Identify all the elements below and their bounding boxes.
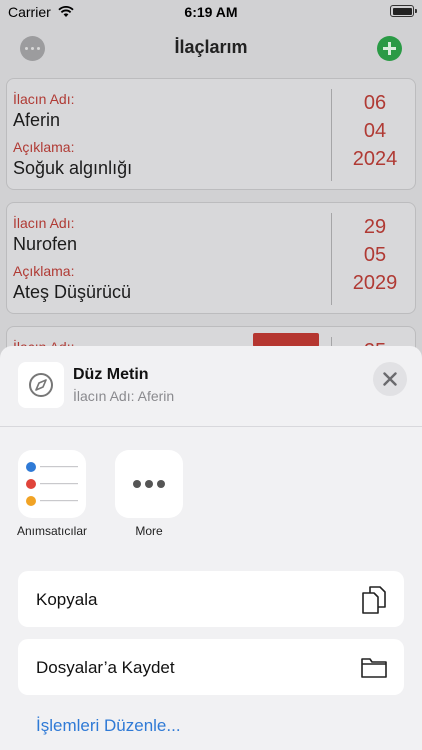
medicine-name: Nurofen: [13, 234, 78, 254]
date-month: 04: [363, 120, 387, 142]
share-sheet: Düz Metin İlacın Adı: Aferin Anımsatıcıl…: [0, 346, 422, 750]
medicine-description: Soğuk algınlığı: [13, 158, 133, 178]
battery-icon: [390, 5, 417, 17]
folder-icon: [360, 655, 388, 684]
share-subtitle: İlacın Adı: Aferin: [73, 388, 175, 404]
page-title: İlaçlarım: [174, 37, 248, 57]
copy-label: Kopyala: [36, 590, 98, 609]
share-title: Düz Metin: [73, 366, 149, 383]
header-separator: [0, 426, 422, 427]
save-to-files-label: Dosyalar’a Kaydet: [36, 658, 175, 677]
share-sheet-header: Düz Metin İlacın Adı: Aferin: [0, 346, 422, 426]
more-dots-icon: [133, 480, 165, 488]
name-label: İlacın Adı:: [13, 91, 75, 107]
save-to-files-action[interactable]: Dosyalar’a Kaydet: [18, 639, 404, 695]
reminders-app-button[interactable]: [18, 450, 86, 518]
medicine-name: Aferin: [13, 110, 61, 130]
delete-button[interactable]: [253, 333, 319, 347]
reminders-app-label: Anımsatıcılar: [16, 524, 88, 538]
more-apps-label: More: [135, 524, 163, 538]
date-day: 29: [363, 216, 387, 238]
name-label: İlacın Adı:: [13, 215, 75, 231]
status-bar: Carrier 6:19 AM: [0, 0, 422, 26]
date-year: 2029: [352, 272, 398, 294]
reminders-icon: [26, 462, 78, 506]
close-button[interactable]: [373, 362, 407, 396]
copy-icon: [360, 585, 388, 620]
add-medicine-button[interactable]: [377, 36, 402, 61]
status-time: 6:19 AM: [184, 4, 238, 20]
medicine-card[interactable]: İlacın Adı: Nurofen Açıklama: Ateş Düşür…: [6, 202, 416, 314]
description-label: Açıklama:: [13, 263, 75, 279]
more-apps-button[interactable]: [115, 450, 183, 518]
edit-actions-link[interactable]: İşlemleri Düzenle...: [36, 716, 181, 736]
medicine-card[interactable]: İlacın Adı: Aferin Açıklama: Soğuk algın…: [6, 78, 416, 190]
date-year: 2024: [352, 148, 398, 170]
nav-bar: İlaçlarım: [0, 26, 422, 70]
card-divider: [331, 213, 332, 305]
copy-action[interactable]: Kopyala: [18, 571, 404, 627]
date-day: 06: [363, 92, 387, 114]
close-icon: [383, 372, 397, 386]
compass-icon: [18, 362, 64, 408]
medicine-description: Ateş Düşürücü: [13, 282, 132, 302]
card-divider: [331, 89, 332, 181]
date-month: 05: [363, 244, 387, 266]
description-label: Açıklama:: [13, 139, 75, 155]
